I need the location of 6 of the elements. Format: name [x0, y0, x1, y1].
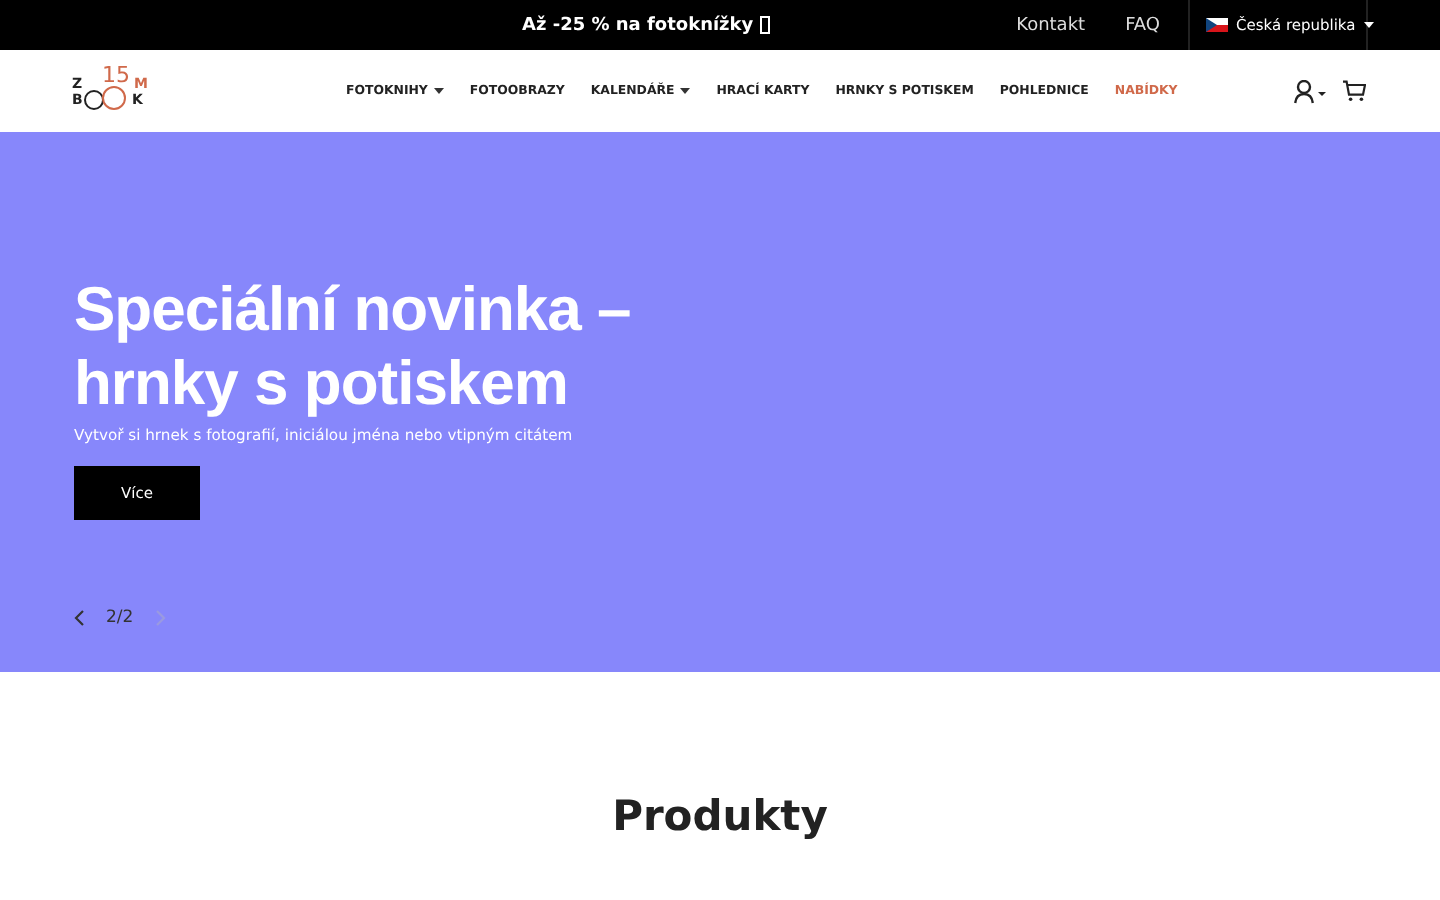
hero-title: Speciální novinka – hrnky s potiskem: [74, 272, 633, 420]
top-link[interactable]: Kontakt: [1016, 15, 1086, 35]
top-link[interactable]: FAQ: [1125, 15, 1160, 35]
promo-text[interactable]: Až -25 % na fotoknížky: [522, 15, 754, 35]
section-title: Produkty: [610, 792, 830, 840]
slide-counter: 2/2: [106, 608, 134, 628]
